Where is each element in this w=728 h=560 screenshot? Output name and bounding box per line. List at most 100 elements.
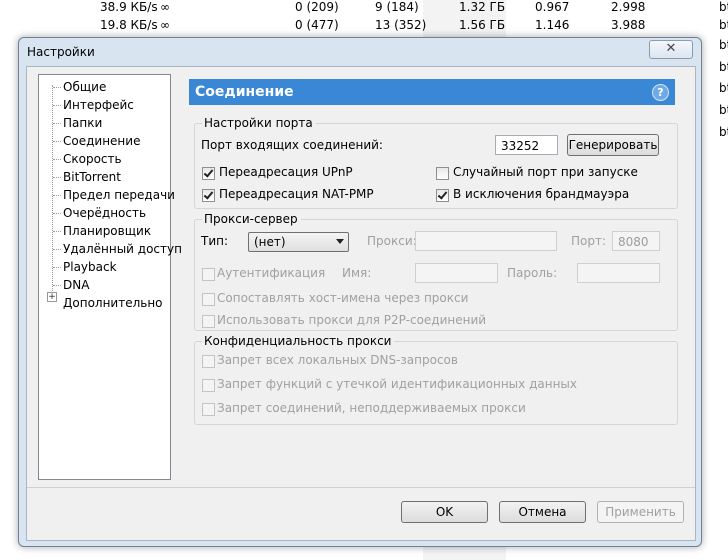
upnp-label: Переадресация UPnP bbox=[219, 165, 353, 179]
resolve-hostnames-checkbox[interactable] bbox=[202, 293, 215, 306]
tree-item-speed[interactable]: Скорость bbox=[63, 151, 122, 168]
tree-item-playback[interactable]: Playback bbox=[63, 259, 117, 276]
speed-cell: 38.9 КБ/s bbox=[100, 0, 158, 14]
resolve-hostnames-label: Сопоставлять хост-имена через прокси bbox=[217, 291, 469, 305]
settings-dialog: Настройки ✕ Общие Интерфейс Папки Соедин… bbox=[18, 37, 702, 547]
upnp-checkbox[interactable] bbox=[202, 167, 215, 180]
random-port-checkbox[interactable] bbox=[436, 167, 449, 180]
tree-item-remote[interactable]: Удалённый доступ bbox=[63, 241, 182, 258]
proxy-host-label: Прокси: bbox=[367, 234, 417, 248]
avail-cell: 2.998 bbox=[611, 0, 646, 14]
tree-item-queueing[interactable]: Очерёдность bbox=[63, 205, 146, 222]
tree-item-connection[interactable]: Соединение bbox=[63, 133, 140, 150]
dns-block-checkbox[interactable] bbox=[202, 355, 215, 368]
label-cell: bt bbox=[719, 18, 728, 32]
tree-item-bittorrent[interactable]: BitTorrent bbox=[63, 169, 121, 186]
tree-connector bbox=[53, 231, 61, 232]
ok-button[interactable]: OK bbox=[401, 501, 488, 523]
help-icon[interactable]: ? bbox=[652, 84, 669, 101]
eta-cell: ∞ bbox=[160, 0, 170, 14]
button-bar-separator bbox=[27, 487, 695, 488]
speed-cell: 19.8 КБ/s bbox=[100, 18, 158, 32]
group-title: Конфиденциальность прокси bbox=[202, 334, 395, 348]
tree-connector bbox=[53, 249, 61, 250]
apply-button[interactable]: Применить bbox=[597, 501, 684, 523]
port-settings-group: Настройки порта Порт входящих соединений… bbox=[194, 116, 678, 209]
label-cell: bt bbox=[719, 0, 728, 14]
seeds-cell: 0 (477) bbox=[295, 18, 339, 32]
natpmp-label: Переадресация NAT-PMP bbox=[219, 187, 374, 201]
tree-item-advanced[interactable]: Дополнительно bbox=[63, 295, 163, 312]
tree-connector bbox=[53, 177, 61, 178]
size-cell: 1.56 ГБ bbox=[459, 18, 506, 32]
leak-block-checkbox[interactable] bbox=[202, 379, 215, 392]
proxy-type-value: (нет) bbox=[254, 235, 286, 249]
section-title: Соединение bbox=[195, 84, 294, 100]
p2p-proxy-label: Использовать прокси для P2P-соединений bbox=[217, 313, 487, 327]
proxy-type-label: Тип: bbox=[201, 234, 229, 248]
peers-cell: 9 (184) bbox=[375, 0, 419, 14]
dialog-client-area: Общие Интерфейс Папки Соединение Скорост… bbox=[26, 66, 696, 541]
auth-label: Аутентификация bbox=[217, 266, 326, 280]
dialog-title: Настройки bbox=[27, 45, 95, 59]
label-cell: bt bbox=[719, 60, 728, 74]
port-label: Порт входящих соединений: bbox=[201, 138, 383, 152]
tree-connector bbox=[52, 85, 53, 293]
ratio-cell: 1.146 bbox=[535, 18, 570, 32]
tree-item-folders[interactable]: Папки bbox=[63, 115, 102, 132]
port-input[interactable]: 33252 bbox=[495, 135, 558, 155]
table-row[interactable]: 19.8 КБ/s ∞ 0 (477) 13 (352) 1.56 ГБ 1.1… bbox=[0, 18, 728, 37]
tree-connector bbox=[53, 105, 61, 106]
tree-connector bbox=[53, 123, 61, 124]
auth-checkbox[interactable] bbox=[202, 268, 215, 281]
tree-connector bbox=[53, 195, 61, 196]
proxy-server-group: Прокси-сервер Тип: (нет) Прокси: Порт: 8… bbox=[194, 212, 678, 331]
generate-button[interactable]: Генерировать bbox=[567, 134, 659, 156]
cancel-button[interactable]: Отмена bbox=[499, 501, 586, 523]
tree-connector bbox=[53, 141, 61, 142]
tree-item-scheduler[interactable]: Планировщик bbox=[63, 223, 151, 240]
ratio-cell: 0.967 bbox=[535, 0, 570, 14]
table-row[interactable]: 38.9 КБ/s ∞ 0 (209) 9 (184) 1.32 ГБ 0.96… bbox=[0, 0, 728, 19]
password-input[interactable] bbox=[577, 263, 660, 283]
tree-connector bbox=[53, 159, 61, 160]
firewall-label: В исключения брандмауэра bbox=[453, 187, 630, 201]
unsupported-block-label: Запрет соединений, неподдерживаемых прок… bbox=[217, 401, 526, 415]
dialog-titlebar[interactable]: Настройки ✕ bbox=[19, 38, 701, 66]
leak-block-label: Запрет функций с утечкой идентификационн… bbox=[217, 377, 577, 391]
label-cell: bt bbox=[719, 81, 728, 95]
username-input[interactable] bbox=[415, 263, 498, 283]
label-cell: bt bbox=[719, 103, 728, 117]
size-cell: 1.32 ГБ bbox=[459, 0, 506, 14]
tree-item-general[interactable]: Общие bbox=[63, 79, 106, 96]
natpmp-checkbox[interactable] bbox=[202, 189, 215, 202]
label-cell: bt bbox=[719, 38, 728, 52]
group-title: Прокси-сервер bbox=[202, 212, 301, 226]
firewall-checkbox[interactable] bbox=[436, 189, 449, 202]
avail-cell: 3.988 bbox=[611, 18, 646, 32]
section-header: Соединение ? bbox=[189, 79, 675, 105]
close-button[interactable]: ✕ bbox=[649, 40, 693, 59]
password-label: Пароль: bbox=[507, 266, 558, 280]
p2p-proxy-checkbox[interactable] bbox=[202, 315, 215, 328]
unsupported-block-checkbox[interactable] bbox=[202, 403, 215, 416]
expand-icon[interactable]: + bbox=[47, 292, 57, 302]
settings-tree[interactable]: Общие Интерфейс Папки Соединение Скорост… bbox=[38, 74, 182, 480]
username-label: Имя: bbox=[342, 266, 372, 280]
tree-item-dna[interactable]: DNA bbox=[63, 277, 89, 294]
seeds-cell: 0 (209) bbox=[295, 0, 339, 14]
proxy-host-input[interactable] bbox=[415, 231, 557, 251]
tree-connector bbox=[53, 285, 61, 286]
tree-item-transfer-limit[interactable]: Предел передачи bbox=[63, 187, 175, 204]
close-icon: ✕ bbox=[665, 41, 677, 56]
label-cell: bt bbox=[719, 125, 728, 139]
random-port-label: Случайный порт при запуске bbox=[453, 165, 638, 179]
tree-connector bbox=[53, 267, 61, 268]
dns-block-label: Запрет всех локальных DNS-запросов bbox=[217, 353, 458, 367]
eta-cell: ∞ bbox=[160, 18, 170, 32]
chevron-down-icon bbox=[336, 239, 344, 244]
group-title: Настройки порта bbox=[202, 116, 316, 130]
proxy-type-select[interactable]: (нет) bbox=[248, 232, 349, 252]
proxy-port-input[interactable]: 8080 bbox=[612, 231, 660, 251]
tree-item-interface[interactable]: Интерфейс bbox=[63, 97, 134, 114]
